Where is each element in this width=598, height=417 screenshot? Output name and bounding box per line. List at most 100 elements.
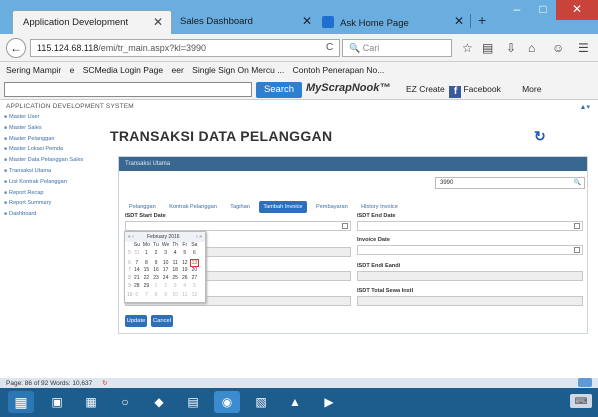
sidebar-item-master-sales[interactable]: Master Sales: [4, 125, 106, 136]
pdf-icon[interactable]: ▲: [282, 391, 308, 413]
datepicker-day[interactable]: 11: [180, 292, 190, 298]
datepicker-day[interactable]: 4: [170, 250, 180, 256]
datepicker-day[interactable]: 28: [132, 283, 142, 289]
bookmark-item[interactable]: Contoh Penerapan No...: [293, 65, 385, 75]
datepicker-day[interactable]: 26: [180, 275, 190, 281]
sync-icon[interactable]: ☺: [552, 41, 564, 55]
datepicker-day[interactable]: 12: [190, 292, 200, 298]
datepicker-day[interactable]: 1: [142, 250, 152, 256]
sidebar-item-master-lokasi-pemda[interactable]: Master Lokasi Pemda: [4, 146, 106, 157]
windows-start-icon[interactable]: ▦: [8, 391, 34, 413]
refresh-icon[interactable]: ↻: [534, 128, 546, 145]
datepicker-day[interactable]: 29: [142, 283, 152, 289]
user-menu-icon[interactable]: ▲▾: [580, 103, 590, 111]
datepicker-day[interactable]: 14: [132, 267, 142, 273]
update-button[interactable]: Update: [125, 315, 147, 327]
calendar-icon[interactable]: [342, 223, 348, 229]
word-icon[interactable]: ▧: [248, 391, 274, 413]
download-icon[interactable]: ⇩: [506, 41, 516, 55]
datepicker-day[interactable]: 5: [190, 283, 200, 289]
datepicker-day[interactable]: 2: [161, 283, 171, 289]
toolbar-search-button[interactable]: Search: [256, 82, 302, 98]
tab-pembayaran[interactable]: Pembayaran: [312, 201, 352, 213]
start-date-input[interactable]: |: [125, 221, 351, 237]
tab-sales-dashboard[interactable]: Sales Dashboard ✕: [170, 10, 320, 34]
datepicker-day[interactable]: 22: [142, 275, 152, 281]
bookmark-item[interactable]: SCMedia Login Page: [83, 65, 163, 75]
datepicker-day[interactable]: 24: [161, 275, 171, 281]
datepicker-day[interactable]: 5: [180, 250, 190, 256]
file-manager-icon[interactable]: ▣: [44, 391, 70, 413]
firefox-icon[interactable]: ◉: [214, 391, 240, 413]
new-tab-button[interactable]: +: [478, 12, 486, 28]
hp-icon[interactable]: ○: [112, 391, 138, 413]
datepicker-day[interactable]: 17: [161, 267, 171, 273]
sidebar-item-dashboard[interactable]: Dashboard: [4, 211, 106, 222]
datepicker-day[interactable]: 12: [180, 260, 190, 266]
bookmark-item[interactable]: Sering Mampir: [6, 65, 61, 75]
calendar-icon[interactable]: [574, 223, 580, 229]
bookmark-item[interactable]: e: [70, 65, 75, 75]
datepicker-day[interactable]: 9: [151, 260, 161, 266]
end-date-input[interactable]: [357, 221, 583, 231]
invoice-date-input[interactable]: [357, 245, 583, 255]
datepicker-day[interactable]: 19: [180, 267, 190, 273]
datepicker-day[interactable]: 10: [161, 260, 171, 266]
tab-ask-home-page[interactable]: Ask Home Page ✕: [312, 10, 472, 34]
datepicker-day[interactable]: 3: [161, 250, 171, 256]
datepicker-day[interactable]: 25: [170, 275, 180, 281]
datepicker-day[interactable]: 16: [151, 267, 161, 273]
folder-icon[interactable]: ▤: [180, 391, 206, 413]
close-window-button[interactable]: ✕: [556, 0, 598, 20]
datepicker-day[interactable]: 7: [132, 260, 142, 266]
back-arrow-icon[interactable]: ←: [6, 38, 26, 58]
tab-tagihan[interactable]: Tagihan: [226, 201, 254, 213]
tab-history-invoice[interactable]: History Invoice: [357, 201, 402, 213]
tab-tambah-invoice[interactable]: Tambah Invoice: [259, 201, 307, 213]
media-icon[interactable]: ▶: [316, 391, 342, 413]
datepicker-day[interactable]: 21: [132, 275, 142, 281]
more-link[interactable]: More: [522, 84, 541, 94]
datepicker-day[interactable]: 10: [170, 292, 180, 298]
app-icon[interactable]: ◆: [146, 391, 172, 413]
sidebar-item-master-user[interactable]: Master User: [4, 114, 106, 125]
datepicker-day[interactable]: 9: [161, 292, 171, 298]
facebook-link[interactable]: Facebook: [463, 84, 500, 94]
star-bookmark-icon[interactable]: ☆: [462, 41, 473, 55]
datepicker-day[interactable]: 15: [142, 267, 152, 273]
reload-icon[interactable]: C: [326, 42, 333, 53]
sidebar-item-master-data-pelanggan-sales[interactable]: Master Data Pelanggan Sales: [4, 157, 106, 168]
datepicker-day[interactable]: 1: [151, 283, 161, 289]
datepicker-month[interactable]: February 2016: [147, 234, 180, 240]
close-tab-icon[interactable]: ✕: [454, 14, 464, 28]
datepicker-day[interactable]: 8: [151, 292, 161, 298]
myscrapnook-logo[interactable]: MyScrapNook™: [306, 82, 390, 94]
tab-kontrak-pelanggan[interactable]: Kontrak Pelanggan: [165, 201, 221, 213]
datepicker-day[interactable]: 27: [190, 275, 200, 281]
sidebar-item-transaksi-utama[interactable]: Transaksi Utama: [4, 168, 106, 179]
browser-search-input[interactable]: 🔍 Cari: [342, 39, 452, 57]
datepicker-day[interactable]: 4: [180, 283, 190, 289]
datepicker-day[interactable]: 7: [142, 292, 152, 298]
datepicker-day[interactable]: 8: [142, 260, 152, 266]
library-icon[interactable]: ▤: [482, 41, 493, 55]
datepicker-day[interactable]: 11: [170, 260, 180, 266]
tab-application-development[interactable]: Application Development ✕: [12, 10, 172, 34]
datepicker-day[interactable]: 6: [132, 292, 142, 298]
status-indicator-icon[interactable]: [578, 378, 592, 387]
bookmark-item[interactable]: Single Sign On Mercu ...: [192, 65, 284, 75]
datepicker-day[interactable]: 20: [190, 267, 200, 273]
isdt-endi-input[interactable]: [357, 271, 583, 281]
next-month-icon[interactable]: › »: [196, 234, 202, 240]
excel-icon[interactable]: ▦: [78, 391, 104, 413]
sidebar-item-master-pelanggan[interactable]: Master Pelanggan: [4, 136, 106, 147]
sidebar-item-report-summary[interactable]: Report Summary: [4, 200, 106, 211]
keyboard-icon[interactable]: ⌨: [570, 394, 592, 408]
close-tab-icon[interactable]: ✕: [302, 14, 312, 28]
customer-search-input[interactable]: 3990 🔍: [435, 177, 585, 189]
datepicker-day[interactable]: 13: [189, 258, 200, 267]
datepicker-day[interactable]: 18: [170, 267, 180, 273]
search-icon[interactable]: 🔍: [574, 179, 581, 186]
close-tab-icon[interactable]: ✕: [153, 15, 163, 29]
datepicker-day[interactable]: 6: [190, 250, 200, 256]
